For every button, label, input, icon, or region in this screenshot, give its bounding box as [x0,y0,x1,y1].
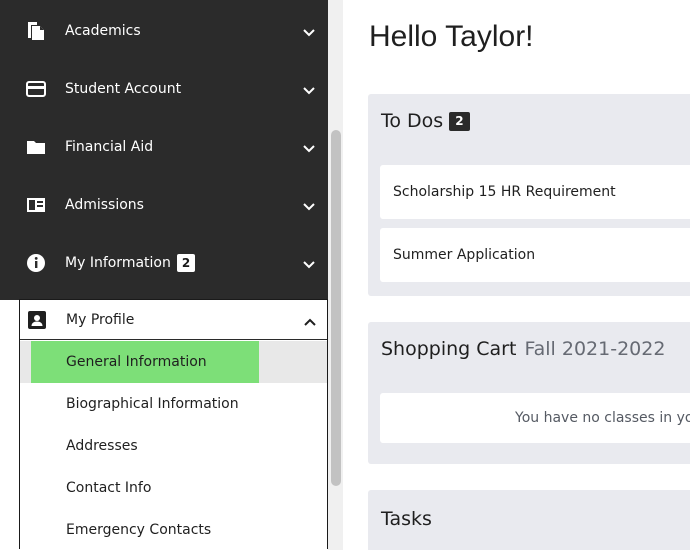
subnav-general-information[interactable]: General Information [20,341,327,383]
subnav-label: Addresses [66,438,138,454]
notification-badge: 2 [176,254,196,272]
chevron-up-icon [303,315,317,326]
todos-count-badge: 2 [449,111,470,131]
subnav-biographical-information[interactable]: Biographical Information [20,383,327,425]
sidebar-profile-section: My Profile General Information Biographi… [19,299,328,549]
subnav-label: General Information [66,354,207,370]
tasks-card: Tasks [368,490,690,550]
chevron-down-icon [302,258,316,269]
id-card-icon [25,194,47,216]
subnav-label: Emergency Contacts [66,522,212,538]
sidebar-item-academics[interactable]: Academics [0,2,328,60]
info-icon [25,252,47,274]
sidebar-item-label: Admissions [65,197,144,213]
cart-empty-message: You have no classes in yo [380,393,690,443]
credit-card-icon [25,78,47,100]
cart-term: Fall 2021-2022 [524,338,666,360]
documents-icon [25,20,47,42]
subnav-label: Biographical Information [66,396,239,412]
chevron-down-icon [302,84,316,95]
chevron-down-icon [302,142,316,153]
card-title: Tasks [381,508,432,530]
todos-card: To Dos 2 Scholarship 15 HR Requirement Su… [368,94,690,296]
sidebar: Academics Student Account Financial Aid … [0,0,343,550]
card-title: To Dos [381,110,444,132]
sidebar-scroll-thumb[interactable] [331,130,341,486]
sidebar-item-student-account[interactable]: Student Account [0,60,328,118]
sidebar-item-financial-aid[interactable]: Financial Aid [0,118,328,176]
todos-title-row: To Dos 2 [381,110,470,132]
folder-icon [25,136,47,158]
contact-card-icon [26,309,48,331]
todo-label: Summer Application [393,247,536,263]
sidebar-item-label: My Information [65,255,171,271]
todo-label: Scholarship 15 HR Requirement [393,184,616,200]
sidebar-item-my-profile[interactable]: My Profile [20,300,327,340]
todo-item[interactable]: Summer Application [380,228,690,282]
subnav-emergency-contacts[interactable]: Emergency Contacts [20,509,327,550]
subnav-contact-info[interactable]: Contact Info [20,467,327,509]
sidebar-item-label: Academics [65,23,141,39]
shopping-cart-card: Shopping Cart Fall 2021-2022 You have no … [368,322,690,464]
todo-item[interactable]: Scholarship 15 HR Requirement [380,165,690,219]
page-title: Hello Taylor! [369,20,534,53]
main-content: Hello Taylor! To Dos 2 Scholarship 15 HR … [343,0,690,550]
subnav-addresses[interactable]: Addresses [20,425,327,467]
sidebar-item-admissions[interactable]: Admissions [0,176,328,234]
sidebar-item-my-information[interactable]: My Information 2 [0,234,328,292]
sidebar-item-label-wrap: My Information 2 [65,254,196,272]
card-title: Shopping Cart [381,338,517,360]
sidebar-item-label: Student Account [65,81,182,97]
cart-title-row: Shopping Cart Fall 2021-2022 [381,338,665,360]
subnav-label: Contact Info [66,480,152,496]
sidebar-item-label: My Profile [66,311,135,328]
sidebar-item-label: Financial Aid [65,139,154,155]
chevron-down-icon [302,200,316,211]
chevron-down-icon [302,26,316,37]
